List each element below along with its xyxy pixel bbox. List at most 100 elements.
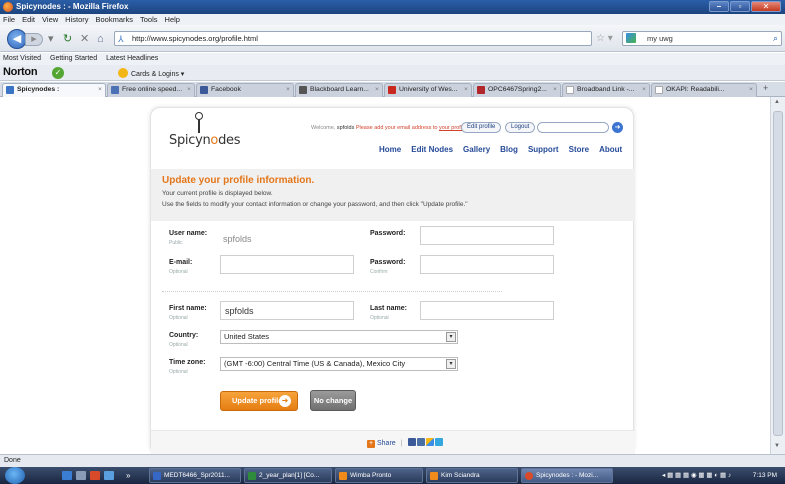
tab-opc[interactable]: OPC6467Spring2... × bbox=[473, 83, 561, 97]
bookmark-star-icon[interactable]: ☆ ▾ bbox=[596, 33, 613, 44]
bookmark-latest-headlines[interactable]: Latest Headlines bbox=[106, 53, 158, 65]
vertical-scrollbar[interactable]: ▲ ▼ bbox=[770, 97, 785, 454]
back-button[interactable]: ◀ bbox=[7, 29, 27, 49]
menu-tools[interactable]: Tools bbox=[140, 14, 158, 25]
site-search-input[interactable] bbox=[537, 122, 609, 133]
start-button[interactable] bbox=[5, 467, 25, 484]
share-plus-icon[interactable]: + bbox=[367, 440, 375, 448]
quicklaunch-ie-icon[interactable] bbox=[62, 471, 72, 480]
site-search-go-button[interactable]: ➜ bbox=[612, 122, 623, 133]
nav-support[interactable]: Support bbox=[528, 145, 559, 154]
chevron-down-icon[interactable]: ▾ bbox=[446, 359, 456, 369]
search-engine-icon[interactable] bbox=[626, 33, 636, 43]
home-icon[interactable]: ⌂ bbox=[97, 33, 104, 45]
tab-close-icon[interactable]: × bbox=[98, 84, 102, 96]
maximize-button[interactable]: ▫ bbox=[730, 1, 750, 12]
new-tab-icon[interactable]: + bbox=[763, 83, 768, 93]
nav-home[interactable]: Home bbox=[379, 145, 401, 154]
share-label[interactable]: Share bbox=[377, 440, 396, 447]
quicklaunch-app-icon[interactable] bbox=[104, 471, 114, 480]
stop-icon[interactable]: ✕ bbox=[80, 33, 89, 45]
nav-blog[interactable]: Blog bbox=[500, 145, 518, 154]
tab-university[interactable]: University of Wes... × bbox=[384, 83, 472, 97]
update-profile-button[interactable]: Update profile ➜ bbox=[220, 391, 298, 411]
tab-speed[interactable]: Free online speed... × bbox=[107, 83, 195, 97]
dropdown-history-icon[interactable]: ▾ bbox=[48, 33, 54, 45]
timezone-value: (GMT -6:00) Central Time (US & Canada), … bbox=[224, 359, 406, 368]
timezone-select[interactable]: (GMT -6:00) Central Time (US & Canada), … bbox=[220, 357, 458, 371]
bookmark-getting-started[interactable]: Getting Started bbox=[50, 53, 97, 65]
tab-close-icon[interactable]: × bbox=[286, 84, 290, 96]
tab-spicynodes[interactable]: Spicynodes : × bbox=[2, 83, 106, 97]
norton-check-icon[interactable]: ✓ bbox=[52, 67, 64, 79]
firstname-field[interactable]: spfolds bbox=[220, 301, 354, 320]
tab-okapi[interactable]: OKAPI: Readabili... × bbox=[651, 83, 757, 97]
cards-logins-button[interactable]: Cards & Logins ▾ bbox=[118, 68, 184, 78]
bookmark-most-visited[interactable]: Most Visited bbox=[3, 53, 41, 65]
wimba-icon bbox=[339, 472, 347, 480]
taskbar-item-word[interactable]: MEDT6466_Spr2011... bbox=[149, 468, 241, 483]
chevron-down-icon[interactable]: ▾ bbox=[446, 332, 456, 342]
spicynodes-logo[interactable]: Spicynodes bbox=[169, 133, 240, 148]
menu-file[interactable]: File bbox=[3, 14, 15, 25]
page-content: Spicynodes Welcome, spfolds Please add y… bbox=[0, 97, 770, 454]
myspace-share-icon[interactable] bbox=[417, 438, 426, 446]
search-icon[interactable]: ⌕ bbox=[773, 32, 778, 45]
menu-history[interactable]: History bbox=[65, 14, 88, 25]
url-bar[interactable]: ⅄ http://www.spicynodes.org/profile.html bbox=[114, 31, 592, 46]
tab-blackboard[interactable]: Blackboard Learn... × bbox=[295, 83, 383, 97]
nav-edit-nodes[interactable]: Edit Nodes bbox=[411, 145, 453, 154]
welcome-user: spfolds bbox=[336, 125, 355, 131]
reload-icon[interactable]: ↻ bbox=[63, 33, 72, 45]
password-confirm-field[interactable] bbox=[420, 255, 554, 274]
password-field[interactable] bbox=[420, 226, 554, 245]
tab-close-icon[interactable]: × bbox=[553, 84, 557, 96]
country-select[interactable]: United States ▾ bbox=[220, 330, 458, 344]
twitter-share-icon[interactable] bbox=[435, 438, 444, 446]
taskbar-item-wimba[interactable]: Wimba Pronto bbox=[335, 468, 423, 483]
welcome-text: Please add your email address to bbox=[355, 125, 438, 131]
tab-favicon bbox=[566, 86, 574, 94]
menu-view[interactable]: View bbox=[42, 14, 58, 25]
tab-close-icon[interactable]: × bbox=[464, 84, 468, 96]
nav-store[interactable]: Store bbox=[569, 145, 589, 154]
firstname-value: spfolds bbox=[225, 306, 254, 316]
logout-button[interactable]: Logout bbox=[505, 122, 536, 133]
facebook-share-icon[interactable] bbox=[408, 438, 417, 446]
email-field[interactable] bbox=[220, 255, 354, 274]
menu-bookmarks[interactable]: Bookmarks bbox=[96, 14, 134, 25]
digg-share-icon[interactable] bbox=[426, 438, 435, 446]
tab-close-icon[interactable]: × bbox=[187, 84, 191, 96]
nav-about[interactable]: About bbox=[599, 145, 622, 154]
no-change-button[interactable]: No change bbox=[310, 390, 356, 411]
tray-icons[interactable]: ◂ ▦ ▦ ▦ ◉ ▦ ▦ ◐ ▦ ♪ bbox=[662, 468, 731, 483]
scroll-up-icon[interactable]: ▲ bbox=[774, 99, 780, 105]
close-window-button[interactable]: ✕ bbox=[751, 1, 781, 12]
card-footer: + Share | bbox=[151, 430, 635, 454]
tab-facebook[interactable]: Facebook × bbox=[196, 83, 294, 97]
edit-profile-button[interactable]: Edit profile bbox=[461, 122, 502, 133]
lastname-field[interactable] bbox=[420, 301, 554, 320]
menu-edit[interactable]: Edit bbox=[22, 14, 35, 25]
tab-broadband[interactable]: Broadband Link -... × bbox=[562, 83, 650, 97]
tab-favicon bbox=[477, 86, 485, 94]
search-box[interactable]: my uwg ⌕ bbox=[622, 31, 782, 46]
minimize-button[interactable]: – bbox=[709, 1, 729, 12]
quicklaunch-explorer-icon[interactable] bbox=[76, 471, 86, 480]
taskbar-item-kim[interactable]: Kim Sciandra bbox=[426, 468, 518, 483]
menu-help[interactable]: Help bbox=[165, 14, 180, 25]
clock[interactable]: 7:13 PM bbox=[753, 468, 777, 483]
taskbar-item-firefox[interactable]: Spicynodes : - Mozi... bbox=[521, 468, 613, 483]
tab-close-icon[interactable]: × bbox=[642, 84, 646, 96]
forward-button[interactable]: ▶ bbox=[25, 33, 43, 46]
password-label: Password: bbox=[370, 230, 406, 237]
nav-gallery[interactable]: Gallery bbox=[463, 145, 490, 154]
tab-close-icon[interactable]: × bbox=[749, 84, 753, 96]
quicklaunch-firefox-icon[interactable] bbox=[90, 471, 100, 480]
scroll-down-icon[interactable]: ▼ bbox=[774, 443, 780, 449]
quicklaunch-more-icon[interactable]: » bbox=[126, 471, 136, 480]
taskbar-item-excel[interactable]: 2_year_plan[1] [Co... bbox=[244, 468, 332, 483]
username-label: User name: bbox=[169, 230, 208, 237]
scrollbar-thumb[interactable] bbox=[773, 111, 783, 436]
tab-close-icon[interactable]: × bbox=[375, 84, 379, 96]
